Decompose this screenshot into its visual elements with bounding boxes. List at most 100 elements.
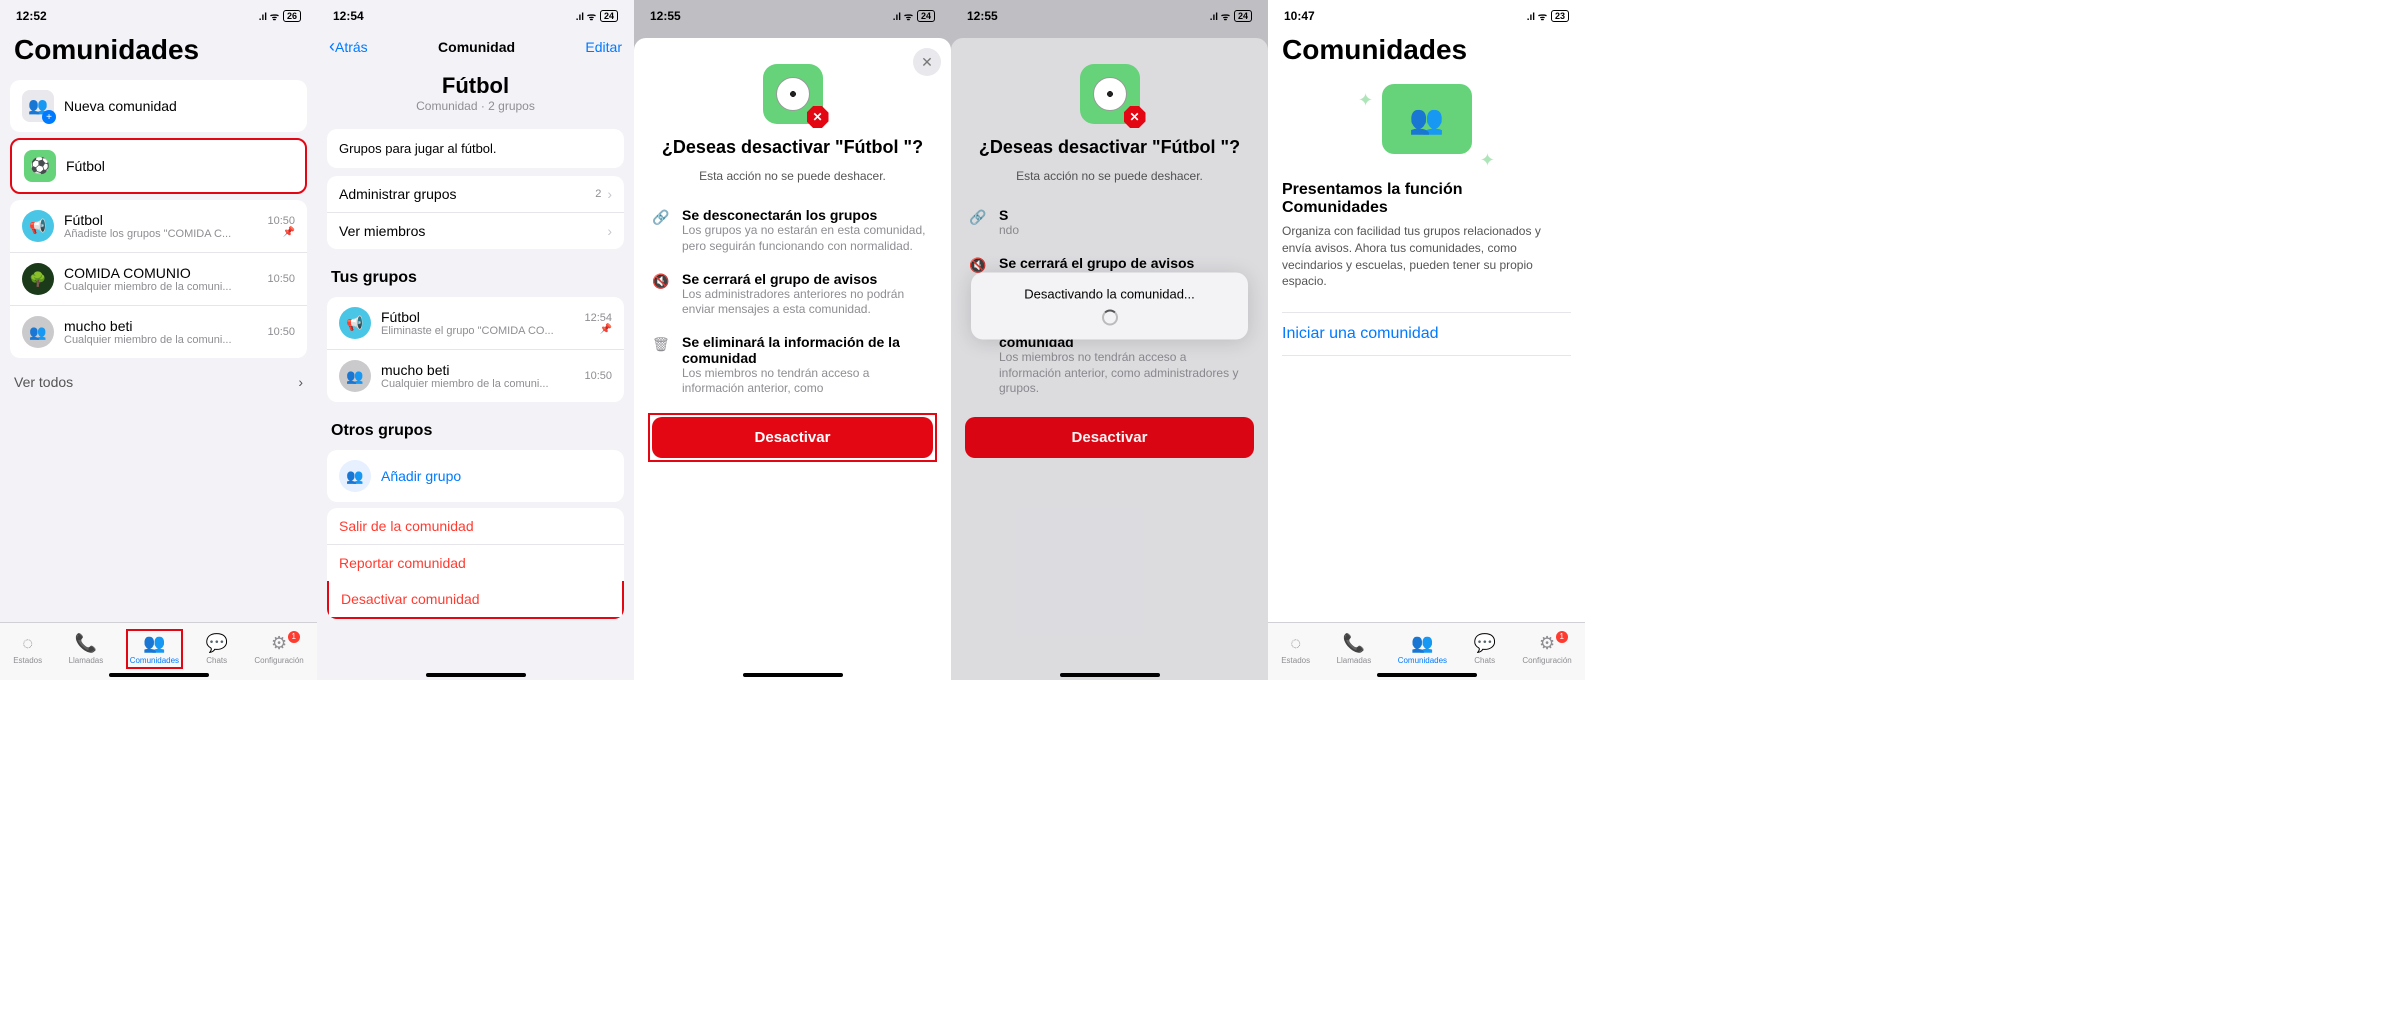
announce-icon: 📢 [339, 307, 371, 339]
pin-icon: 📌 [267, 227, 295, 238]
group-avatar: 👥 [339, 360, 371, 392]
tab-comunidades[interactable]: 👥Comunidades [130, 633, 179, 665]
status-icons: .ıl ᯤ 24 [576, 9, 618, 23]
screen-deactivating: 12:55 .ıl ᯤ 24 ✕ ¿Deseas desactivar "Fút… [951, 0, 1268, 680]
time: 12:54 [333, 9, 364, 23]
deactivate-button[interactable]: Desactivar comunidad [327, 581, 624, 619]
phone-icon: 📞 [1343, 633, 1365, 654]
chevron-right-icon: › [298, 374, 303, 390]
group-name: COMIDA COMUNIO [64, 265, 261, 281]
list-item[interactable]: 📢 FútbolAñadiste los grupos "COMIDA C...… [10, 200, 307, 252]
home-indicator [743, 673, 843, 677]
football-icon [776, 77, 810, 111]
info-disconnect: 🔗Sndo [965, 199, 1254, 247]
add-group-card[interactable]: 👥 Añadir grupo [327, 450, 624, 502]
new-community-card[interactable]: 👥+ Nueva comunidad [10, 80, 307, 132]
group-time: 12:54 [584, 312, 612, 324]
battery-icon: 24 [1234, 10, 1252, 22]
time: 10:47 [1284, 9, 1315, 23]
home-indicator [1060, 673, 1160, 677]
add-group-label: Añadir grupo [381, 468, 612, 484]
trash-icon: 🗑 [652, 334, 672, 397]
tab-chats[interactable]: 💬Chats [206, 633, 228, 665]
battery-icon: 24 [600, 10, 618, 22]
list-item[interactable]: 👥 mucho betiCualquier miembro de la comu… [10, 305, 307, 358]
group-name: mucho beti [381, 362, 578, 378]
tab-estados[interactable]: ◌Estados [13, 633, 42, 665]
sparkle-icon: ✦ [1480, 150, 1495, 171]
group-name: mucho beti [64, 318, 261, 334]
modal-subtitle: Esta acción no se puede deshacer. [648, 165, 937, 199]
see-all-button[interactable]: Ver todos› [0, 364, 317, 400]
report-button[interactable]: Reportar comunidad [327, 544, 624, 581]
admin-groups-button[interactable]: Administrar grupos 2 › [327, 176, 624, 212]
list-item[interactable]: 👥 mucho betiCualquier miembro de la comu… [327, 349, 624, 402]
modal-subtitle: Esta acción no se puede deshacer. [965, 165, 1254, 199]
tab-config[interactable]: ⚙Configuración1 [1522, 633, 1571, 665]
home-indicator [426, 673, 526, 677]
spinner-icon [1102, 310, 1118, 326]
your-groups-list: 📢 FútbolEliminaste el grupo "COMIDA CO..… [327, 297, 624, 402]
group-sub: Añadiste los grupos "COMIDA C... [64, 228, 261, 240]
status-bar: 10:47 .ıl ᯤ 23 [1268, 0, 1585, 28]
groups-list: 📢 FútbolAñadiste los grupos "COMIDA C...… [10, 200, 307, 358]
group-avatar: 🌳 [22, 263, 54, 295]
screen-communities-list: 12:52 .ıl ᯤ 26 Comunidades 👥+ Nueva comu… [0, 0, 317, 680]
page-title: Comunidades [0, 28, 317, 74]
leave-button[interactable]: Salir de la comunidad [327, 508, 624, 544]
confirm-modal: ✕ ✕ ¿Deseas desactivar "Fútbol "? Esta a… [634, 38, 951, 680]
remove-badge-icon: ✕ [807, 106, 829, 128]
badge: 1 [1556, 631, 1568, 643]
time: 12:52 [16, 9, 47, 23]
screen-empty-state: 10:47 .ıl ᯤ 23 Comunidades ✦ ✦ Presentam… [1268, 0, 1585, 680]
status-icon: ◌ [1290, 633, 1301, 654]
highlight-frame: Desactivar [648, 413, 937, 462]
list-item[interactable]: 📢 FútbolEliminaste el grupo "COMIDA CO..… [327, 297, 624, 349]
chevron-right-icon: › [607, 223, 612, 239]
group-sub: Cualquier miembro de la comuni... [64, 281, 261, 293]
community-item[interactable]: ⚽ Fútbol [10, 138, 307, 194]
tab-bar: ◌Estados 📞Llamadas 👥Comunidades 💬Chats ⚙… [0, 622, 317, 680]
screen-deactivate-confirm: 12:55 .ıl ᯤ 24 ✕ ✕ ¿Deseas desactivar "F… [634, 0, 951, 680]
admin-section: Administrar grupos 2 › Ver miembros › [327, 176, 624, 249]
view-members-button[interactable]: Ver miembros › [327, 212, 624, 249]
close-button[interactable]: ✕ [913, 48, 941, 76]
battery-icon: 23 [1551, 10, 1569, 22]
tab-chats[interactable]: 💬Chats [1474, 633, 1496, 665]
nav-title: Comunidad [438, 39, 515, 55]
tab-comunidades[interactable]: 👥Comunidades [1398, 633, 1447, 665]
community-illustration-icon [1382, 84, 1472, 154]
home-indicator [1377, 673, 1477, 677]
nav-header: ‹ Atrás Comunidad Editar [317, 28, 634, 65]
remove-badge-icon: ✕ [1124, 106, 1146, 128]
group-avatar: 👥 [22, 316, 54, 348]
group-sub: Cualquier miembro de la comuni... [381, 378, 578, 390]
tab-config[interactable]: ⚙Configuración1 [254, 633, 303, 665]
start-community-button[interactable]: Iniciar una comunidad [1282, 325, 1439, 342]
intro-heading: Presentamos la función Comunidades [1282, 181, 1571, 223]
deactivate-confirm-button[interactable]: Desactivar [965, 417, 1254, 458]
tab-llamadas[interactable]: 📞Llamadas [69, 633, 104, 665]
back-button[interactable]: ‹ Atrás [329, 36, 368, 57]
announce-icon: 📢 [22, 210, 54, 242]
intro-description: Organiza con facilidad tus grupos relaci… [1282, 223, 1571, 290]
deactivate-confirm-button[interactable]: Desactivar [652, 417, 933, 458]
close-icon: ✕ [921, 54, 933, 71]
chat-icon: 💬 [206, 633, 228, 654]
community-name: Fútbol [327, 73, 624, 99]
edit-button[interactable]: Editar [585, 39, 622, 55]
info-delete: 🗑Se eliminará la información de la comun… [648, 326, 937, 405]
tab-estados[interactable]: ◌Estados [1281, 633, 1310, 665]
gear-icon: ⚙ [271, 633, 287, 654]
tab-llamadas[interactable]: 📞Llamadas [1337, 633, 1372, 665]
badge: 1 [288, 631, 300, 643]
home-indicator [109, 673, 209, 677]
group-name: Fútbol [381, 309, 578, 325]
status-bar: 12:55 .ıl ᯤ 24 [634, 0, 951, 28]
modal-title: ¿Deseas desactivar "Fútbol "? [648, 130, 937, 165]
status-icons: .ıl ᯤ 24 [1210, 9, 1252, 23]
status-bar: 12:54 .ıl ᯤ 24 [317, 0, 634, 28]
list-item[interactable]: 🌳 COMIDA COMUNIOCualquier miembro de la … [10, 252, 307, 305]
status-bar: 12:55 .ıl ᯤ 24 [951, 0, 1268, 28]
chevron-right-icon: › [607, 186, 612, 202]
